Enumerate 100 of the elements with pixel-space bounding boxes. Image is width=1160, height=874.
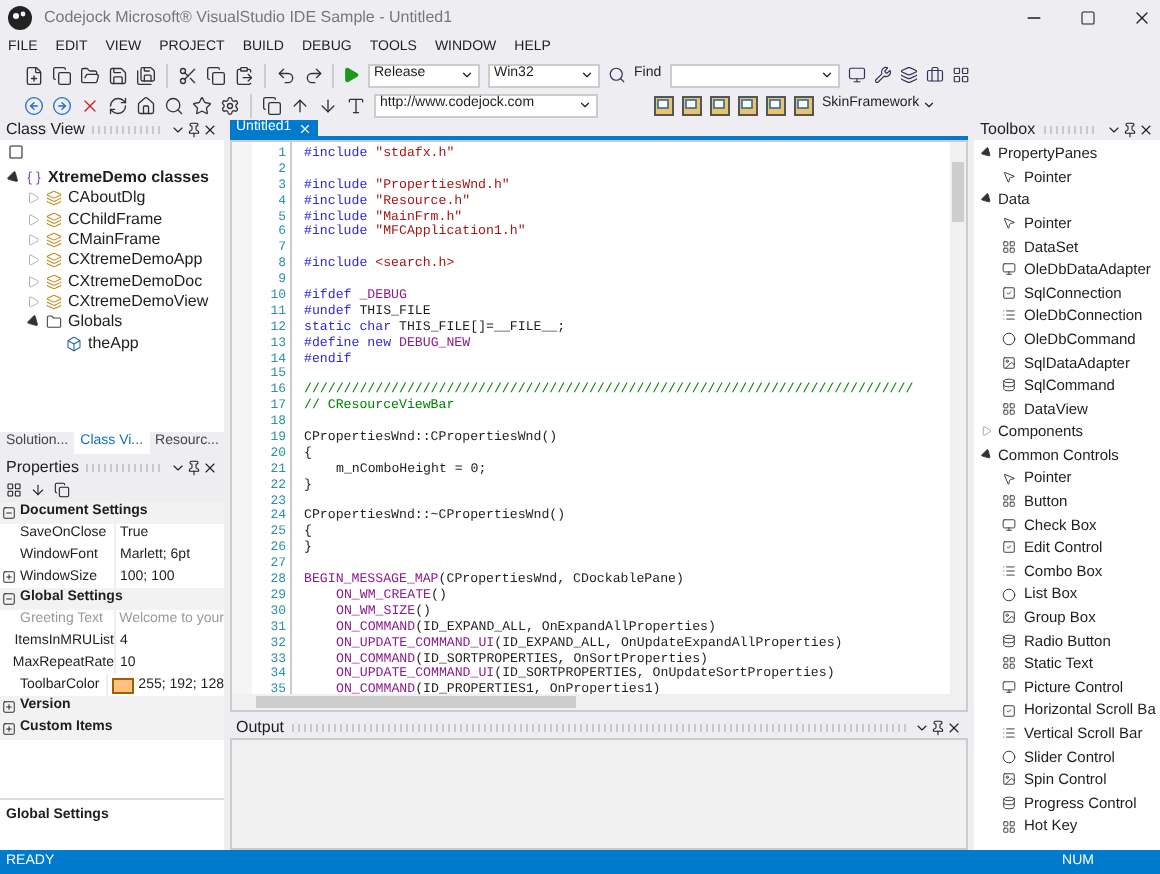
control-icon bbox=[1002, 610, 1016, 625]
maximize-icon[interactable] bbox=[1080, 10, 1096, 26]
toolbox-icon[interactable] bbox=[925, 66, 944, 84]
expander-icon[interactable] bbox=[979, 146, 995, 161]
start-icon[interactable] bbox=[342, 66, 360, 84]
property-pages-icon[interactable] bbox=[54, 482, 70, 498]
control-icon bbox=[1002, 494, 1016, 509]
control-icon bbox=[1002, 308, 1016, 323]
pin-icon[interactable] bbox=[186, 460, 202, 476]
close-icon[interactable] bbox=[202, 122, 218, 138]
save-icon[interactable] bbox=[108, 65, 128, 85]
vertical-scrollbar[interactable] bbox=[950, 142, 966, 694]
class-icon bbox=[46, 252, 62, 269]
dropdown-icon[interactable] bbox=[914, 720, 930, 736]
tree-item[interactable]: CXtremeDemoView bbox=[68, 289, 209, 314]
collapse-icon[interactable] bbox=[2, 505, 16, 520]
find-field[interactable] bbox=[669, 63, 840, 87]
close-icon[interactable] bbox=[946, 720, 962, 736]
expand-icon[interactable] bbox=[2, 721, 16, 736]
back-icon[interactable] bbox=[24, 95, 44, 115]
control-icon bbox=[1002, 772, 1016, 787]
categorized-icon[interactable] bbox=[6, 482, 22, 498]
tree-item[interactable]: CMainFrame bbox=[68, 228, 161, 253]
open-folder-icon[interactable] bbox=[80, 65, 100, 85]
control-icon bbox=[1002, 563, 1016, 578]
control-icon bbox=[1002, 540, 1016, 555]
tree-item[interactable]: CAboutDlg bbox=[68, 186, 146, 211]
pin-icon[interactable] bbox=[930, 720, 946, 736]
tree-item[interactable]: CXtremeDemoDoc bbox=[68, 269, 203, 294]
window-title: Codejock Microsoft® VisualStudio IDE Sample - Untitled1 bbox=[44, 6, 455, 30]
save-all-icon[interactable] bbox=[136, 65, 156, 85]
wrench-icon[interactable] bbox=[873, 66, 892, 84]
app-logo-icon bbox=[8, 6, 32, 30]
paste-icon[interactable] bbox=[234, 65, 254, 85]
refresh-icon[interactable] bbox=[108, 95, 128, 115]
pin-icon[interactable] bbox=[186, 122, 202, 138]
control-icon bbox=[1002, 355, 1016, 370]
expand-icon[interactable] bbox=[2, 700, 16, 715]
pin-icon[interactable] bbox=[1122, 122, 1138, 138]
dropdown-icon[interactable] bbox=[170, 122, 186, 138]
class-icon bbox=[46, 273, 62, 290]
font-icon[interactable] bbox=[346, 95, 366, 115]
arrow-down-icon[interactable] bbox=[318, 95, 338, 115]
tree-item[interactable]: CXtremeDemoApp bbox=[68, 248, 203, 273]
arrow-up-icon[interactable] bbox=[290, 95, 310, 115]
control-icon bbox=[1002, 587, 1016, 602]
redo-icon[interactable] bbox=[304, 65, 324, 85]
collapse-icon[interactable] bbox=[2, 592, 16, 607]
skin-icon[interactable] bbox=[682, 95, 702, 115]
class-icon bbox=[46, 293, 62, 310]
control-icon bbox=[1002, 401, 1016, 416]
skin-icon[interactable] bbox=[766, 95, 786, 115]
control-icon bbox=[1002, 633, 1016, 648]
search-icon[interactable] bbox=[164, 95, 184, 115]
skin-icon[interactable] bbox=[794, 95, 814, 115]
close-icon[interactable] bbox=[1138, 122, 1154, 138]
new-project-icon[interactable] bbox=[24, 65, 44, 85]
control-icon bbox=[1002, 285, 1016, 300]
star-icon[interactable] bbox=[192, 95, 212, 115]
control-icon bbox=[1002, 679, 1016, 694]
class-icon bbox=[46, 232, 62, 249]
home-icon[interactable] bbox=[136, 95, 156, 115]
tree-item[interactable]: CChildFrame bbox=[68, 207, 163, 232]
expand-icon[interactable] bbox=[2, 570, 16, 585]
copy-icon[interactable] bbox=[206, 65, 226, 85]
expander-icon[interactable] bbox=[979, 192, 995, 208]
skin-icon[interactable] bbox=[738, 95, 758, 115]
control-icon bbox=[1002, 726, 1016, 741]
dropdown-icon[interactable] bbox=[1106, 122, 1122, 138]
sort-icon[interactable] bbox=[30, 482, 46, 498]
expander-icon[interactable] bbox=[5, 169, 23, 187]
forward-icon[interactable] bbox=[52, 95, 72, 115]
control-icon bbox=[1002, 239, 1016, 254]
pane-title: Output bbox=[236, 718, 285, 738]
class-icon bbox=[46, 211, 62, 228]
layers-icon[interactable] bbox=[899, 66, 918, 84]
tree-item[interactable]: theApp bbox=[88, 331, 139, 356]
cut-icon[interactable] bbox=[178, 65, 198, 85]
folder-icon bbox=[46, 314, 62, 331]
expander-icon[interactable] bbox=[25, 313, 43, 331]
window-icon[interactable] bbox=[262, 95, 282, 115]
horizontal-scrollbar[interactable] bbox=[232, 694, 966, 710]
expander-icon[interactable] bbox=[979, 447, 995, 463]
pane-title: Properties bbox=[6, 458, 79, 478]
pane-title: Class View bbox=[6, 120, 85, 140]
layout-icon[interactable] bbox=[951, 66, 970, 84]
undo-icon[interactable] bbox=[276, 65, 296, 85]
close-icon[interactable] bbox=[1132, 8, 1152, 28]
control-icon bbox=[1002, 471, 1016, 486]
skin-icon[interactable] bbox=[710, 95, 730, 115]
settings-icon[interactable] bbox=[220, 95, 240, 115]
stop-icon[interactable] bbox=[80, 95, 100, 115]
screen-icon[interactable] bbox=[847, 66, 866, 84]
control-icon bbox=[1002, 332, 1016, 347]
close-icon[interactable] bbox=[202, 460, 218, 476]
tree-item[interactable]: XtremeDemo classes bbox=[48, 166, 209, 191]
find-icon[interactable] bbox=[608, 66, 626, 84]
dropdown-icon[interactable] bbox=[170, 460, 186, 476]
skin-icon[interactable] bbox=[654, 95, 674, 115]
tree-item[interactable]: Globals bbox=[68, 310, 123, 335]
